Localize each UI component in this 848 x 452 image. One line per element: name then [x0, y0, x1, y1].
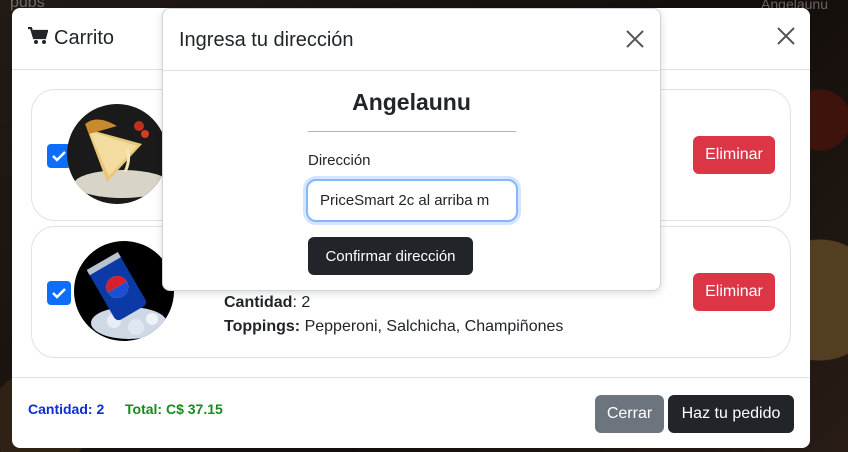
item-checkbox[interactable]	[47, 281, 71, 305]
place-order-button[interactable]: Haz tu pedido	[668, 395, 794, 433]
divider	[308, 131, 516, 132]
address-modal-header: Ingresa tu dirección	[163, 9, 660, 71]
cart-close-icon[interactable]	[776, 26, 796, 46]
check-icon	[52, 288, 66, 299]
item-details: Cantidad: 2 Toppings: Pepperoni, Salchic…	[224, 291, 563, 339]
address-modal: Ingresa tu dirección Angelaunu Dirección…	[162, 8, 661, 291]
address-input[interactable]	[306, 179, 518, 222]
footer-quantity: Cantidad: 2	[28, 401, 105, 417]
check-icon	[52, 151, 66, 162]
pizza-slice-image	[67, 104, 167, 204]
footer-total: Total: C$ 37.15	[125, 401, 223, 417]
item-toppings: Toppings: Pepperoni, Salchicha, Champiño…	[224, 318, 564, 335]
address-modal-title: Ingresa tu dirección	[179, 29, 354, 51]
pepsi-can-image	[74, 241, 174, 341]
cart-title-text: Carrito	[54, 27, 115, 49]
cart-icon	[28, 26, 49, 51]
address-user-name: Angelaunu	[352, 89, 471, 115]
address-close-icon[interactable]	[626, 30, 644, 48]
delete-item-button[interactable]: Eliminar	[693, 273, 775, 311]
close-button[interactable]: Cerrar	[595, 395, 664, 433]
cart-title: Carrito	[28, 26, 115, 51]
address-field-label: Dirección	[308, 152, 371, 169]
confirm-address-button[interactable]: Confirmar dirección	[308, 237, 473, 275]
delete-item-button[interactable]: Eliminar	[693, 136, 775, 174]
cart-modal-footer: Cantidad: 2 Total: C$ 37.15 Cerrar Haz t…	[12, 377, 810, 448]
item-quantity: Cantidad: 2	[224, 294, 311, 311]
